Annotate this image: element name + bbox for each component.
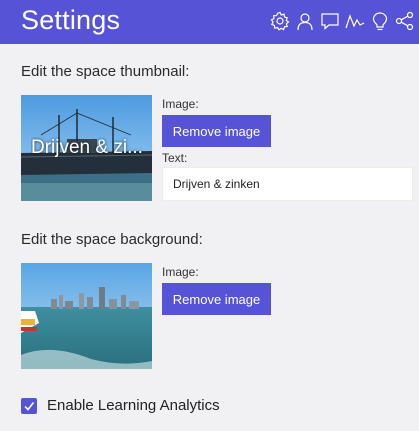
analytics-icon[interactable]	[345, 11, 365, 31]
gear-icon[interactable]	[270, 11, 290, 31]
thumbnail-text-input[interactable]	[162, 167, 413, 201]
thumbnail-section-label: Edit the space thumbnail:	[21, 63, 190, 80]
background-image	[21, 263, 152, 369]
checkmark-icon	[24, 402, 35, 411]
lightbulb-icon[interactable]	[370, 11, 390, 31]
user-icon[interactable]	[295, 11, 315, 31]
settings-header: Settings	[0, 0, 419, 44]
page-title: Settings	[21, 5, 121, 35]
remove-background-image-button[interactable]: Remove image	[162, 283, 271, 315]
thumbnail-text-label: Text:	[162, 151, 188, 165]
remove-thumbnail-image-button[interactable]: Remove image	[162, 115, 271, 147]
background-section-label: Edit the space background:	[21, 231, 203, 248]
header-toolbar	[270, 11, 415, 31]
learning-analytics-checkbox[interactable]	[21, 398, 37, 414]
thumbnail-image-label: Image:	[162, 97, 199, 111]
share-icon[interactable]	[395, 11, 415, 31]
thumbnail-caption: Drijven & zi...	[31, 137, 143, 158]
thumbnail-preview[interactable]: Drijven & zi...	[21, 95, 152, 201]
background-preview[interactable]	[21, 263, 152, 369]
learning-analytics-label: Enable Learning Analytics	[47, 397, 220, 414]
chat-icon[interactable]	[320, 11, 340, 31]
background-image-label: Image:	[162, 265, 199, 279]
